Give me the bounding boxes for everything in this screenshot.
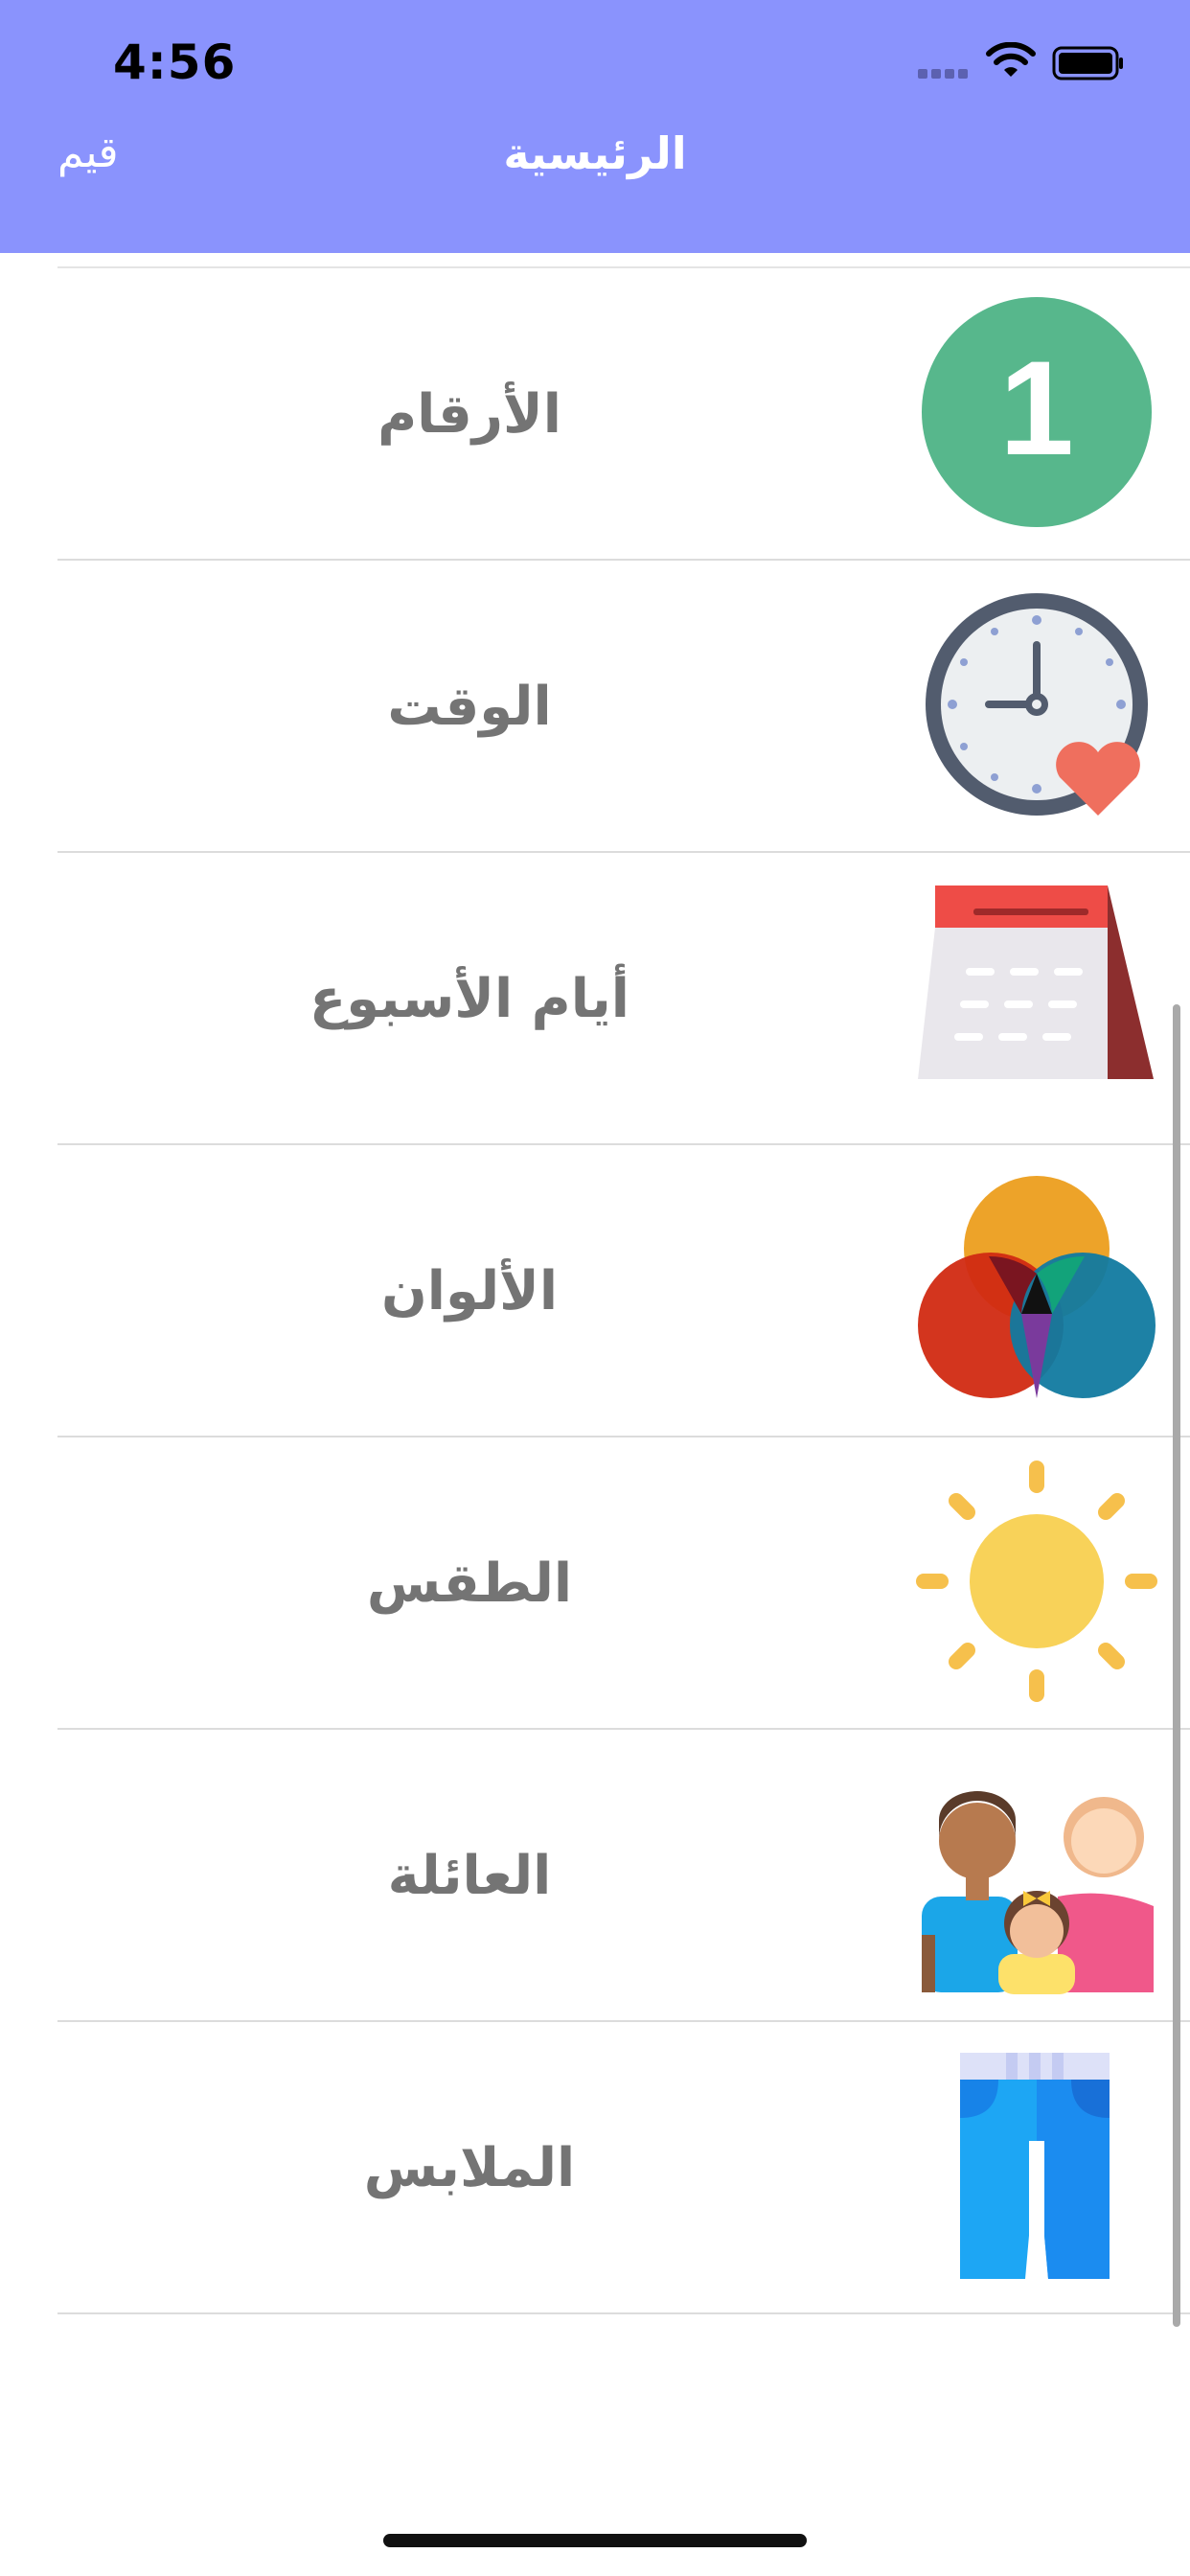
number-glyph: 1 bbox=[999, 333, 1074, 483]
category-label: الألوان bbox=[380, 1260, 559, 1322]
wifi-icon bbox=[986, 42, 1036, 77]
navigation-bar: 4:56 الرئيسية قيم bbox=[0, 0, 1190, 253]
category-label: الأرقام bbox=[378, 383, 561, 446]
category-row-weather[interactable]: الطقس bbox=[57, 1438, 1190, 1730]
category-row-weekdays[interactable]: أيام الأسبوع bbox=[57, 853, 1190, 1145]
category-row-clothes[interactable]: الملابس bbox=[57, 2022, 1190, 2314]
status-time: 4:56 bbox=[113, 34, 237, 90]
category-label: أيام الأسبوع bbox=[309, 968, 629, 1030]
pants-icon bbox=[960, 2053, 1110, 2279]
scrollbar[interactable] bbox=[1173, 1004, 1180, 2327]
number-one-icon: 1 bbox=[922, 297, 1152, 527]
category-label: العائلة bbox=[387, 1845, 552, 1907]
clock-heart-icon bbox=[926, 593, 1148, 816]
category-row-colors[interactable]: الألوان bbox=[57, 1145, 1190, 1438]
calendar-icon bbox=[918, 886, 1154, 1079]
category-label: الملابس bbox=[363, 2137, 576, 2199]
category-label: الوقت bbox=[387, 676, 552, 738]
family-icon bbox=[922, 1791, 1154, 1994]
cellular-signal-icon bbox=[918, 69, 972, 80]
sun-icon bbox=[916, 1460, 1157, 1702]
category-row-numbers[interactable]: الأرقام 1 bbox=[57, 268, 1190, 561]
page-title: الرئيسية bbox=[503, 127, 687, 179]
home-indicator[interactable] bbox=[383, 2534, 807, 2547]
battery-icon bbox=[1052, 46, 1123, 80]
category-label: الطقس bbox=[366, 1552, 573, 1615]
color-circles-icon bbox=[918, 1176, 1156, 1398]
rate-button[interactable]: قيم bbox=[57, 120, 119, 187]
category-row-time[interactable]: الوقت bbox=[57, 561, 1190, 853]
category-row-family[interactable]: العائلة bbox=[57, 1730, 1190, 2022]
